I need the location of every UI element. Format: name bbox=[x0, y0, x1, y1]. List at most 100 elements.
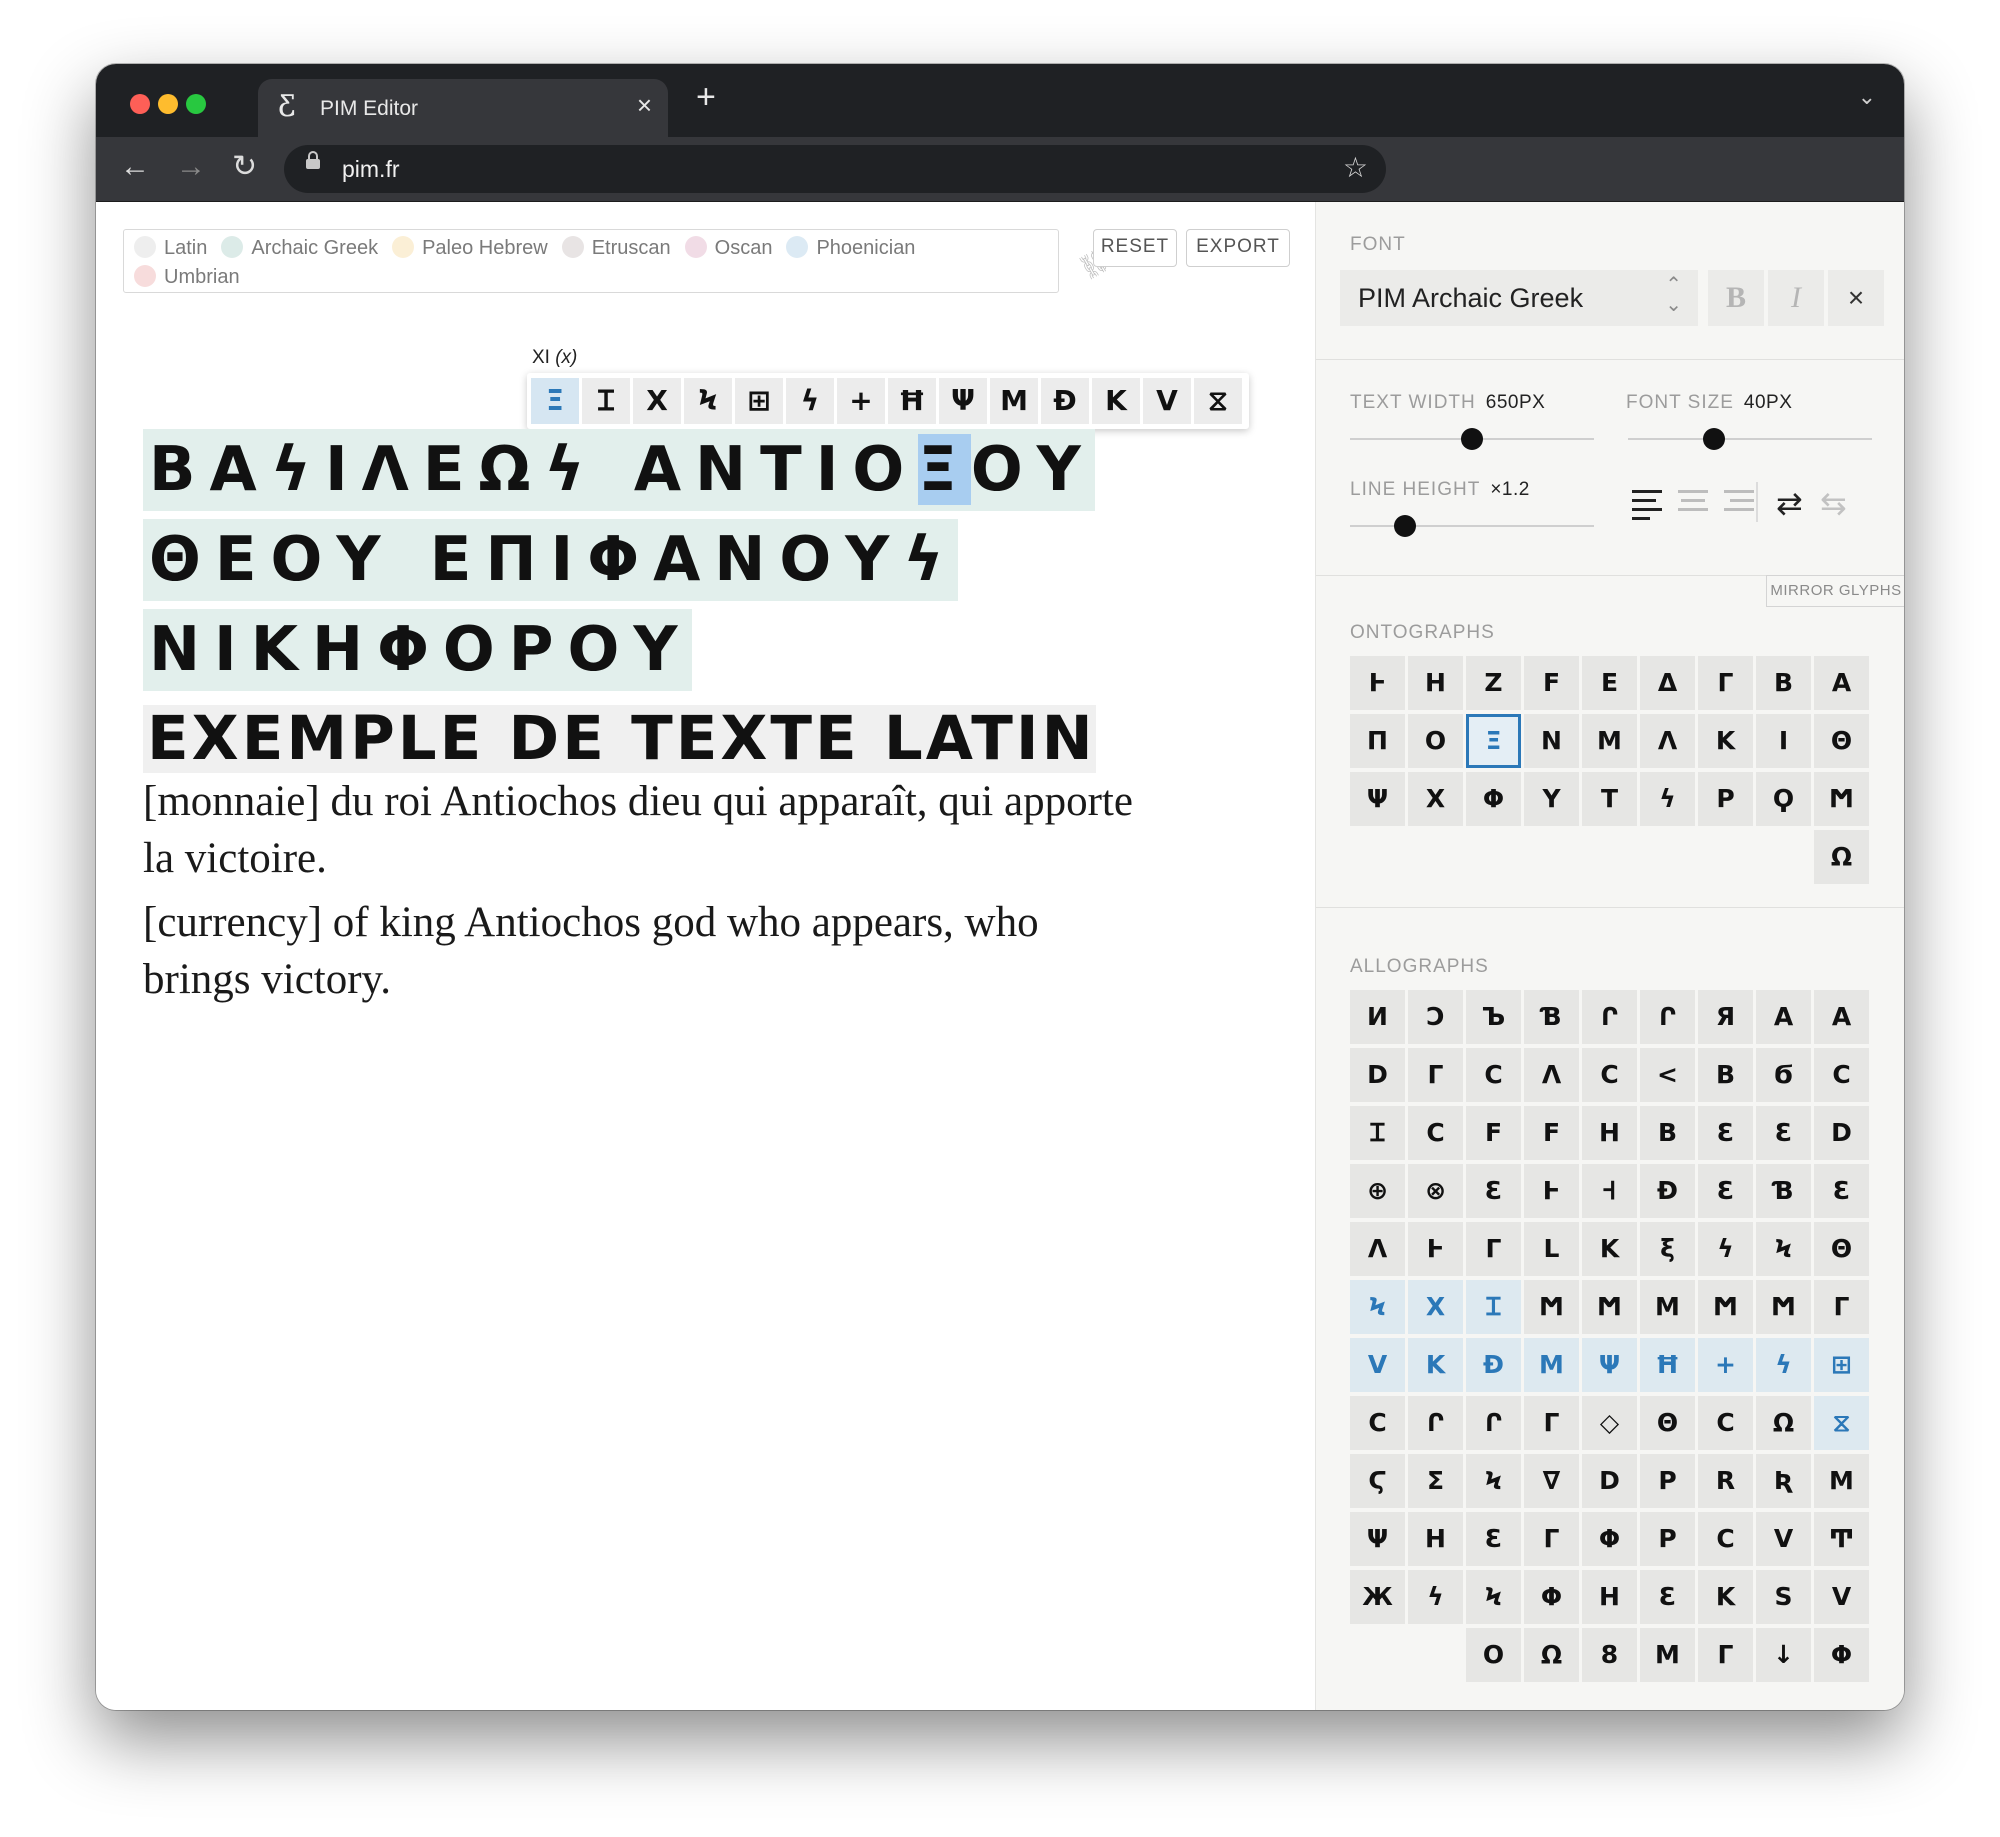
allograph-cell[interactable]: R bbox=[1698, 1454, 1753, 1508]
allograph-cell[interactable]: Γ bbox=[1814, 1280, 1869, 1334]
allograph-cell[interactable]: Γ bbox=[1466, 1222, 1521, 1276]
allograph-cell[interactable]: Ր bbox=[1466, 1396, 1521, 1450]
allograph-cell[interactable]: Θ bbox=[1814, 1222, 1869, 1276]
glyph-variant-option[interactable]: Ψ bbox=[939, 378, 987, 424]
allograph-cell[interactable]: Α bbox=[1814, 990, 1869, 1044]
allograph-cell[interactable]: Ο bbox=[1466, 1628, 1521, 1682]
ontograph-cell[interactable]: Χ bbox=[1408, 772, 1463, 826]
legend-item[interactable]: Archaic Greek bbox=[221, 234, 378, 263]
allograph-cell[interactable]: Α bbox=[1756, 990, 1811, 1044]
allograph-cell[interactable]: Χ bbox=[1408, 1280, 1463, 1334]
ontograph-cell[interactable]: ϟ bbox=[1640, 772, 1695, 826]
allograph-cell[interactable]: S bbox=[1756, 1570, 1811, 1624]
allograph-cell[interactable]: Μ bbox=[1640, 1280, 1695, 1334]
allograph-cell[interactable]: Μ bbox=[1524, 1338, 1579, 1392]
ontograph-cell[interactable]: Η bbox=[1408, 656, 1463, 710]
legend-item[interactable]: Phoenician bbox=[786, 234, 915, 263]
allograph-cell[interactable]: Ψ bbox=[1582, 1338, 1637, 1392]
ontograph-cell[interactable]: Ν bbox=[1524, 714, 1579, 768]
allograph-cell[interactable]: Ϟ bbox=[1466, 1454, 1521, 1508]
allograph-cell[interactable]: Η bbox=[1582, 1106, 1637, 1160]
allograph-cell[interactable]: D bbox=[1582, 1454, 1637, 1508]
allograph-cell[interactable]: Ϟ bbox=[1350, 1280, 1405, 1334]
allograph-cell[interactable]: Ϻ bbox=[1698, 1280, 1753, 1334]
allograph-cell[interactable]: Ր bbox=[1582, 990, 1637, 1044]
selected-glyph[interactable]: Ξ bbox=[918, 434, 971, 505]
bold-button[interactable]: B bbox=[1708, 270, 1764, 326]
ontograph-cell[interactable]: Κ bbox=[1698, 714, 1753, 768]
align-left-icon[interactable] bbox=[1632, 490, 1662, 526]
ontograph-cell[interactable]: Π bbox=[1350, 714, 1405, 768]
allograph-cell[interactable]: Ր bbox=[1408, 1396, 1463, 1450]
glyph-variant-option[interactable]: ϟ bbox=[786, 378, 834, 424]
ontograph-cell[interactable]: Ψ bbox=[1350, 772, 1405, 826]
legend-item[interactable]: Umbrian bbox=[134, 263, 240, 292]
allograph-cell[interactable]: Γ bbox=[1408, 1048, 1463, 1102]
allograph-cell[interactable]: ϟ bbox=[1756, 1338, 1811, 1392]
allograph-cell[interactable]: ϟ bbox=[1408, 1570, 1463, 1624]
allograph-cell[interactable]: C bbox=[1698, 1396, 1753, 1450]
glyph-variant-option[interactable]: V bbox=[1143, 378, 1191, 424]
allograph-cell[interactable]: Ħ bbox=[1640, 1338, 1695, 1392]
legend-item[interactable]: Latin bbox=[134, 234, 207, 263]
legend-item[interactable]: Paleo Hebrew bbox=[392, 234, 548, 263]
font-size-slider[interactable] bbox=[1628, 438, 1872, 440]
glyph-variant-option[interactable]: ⧖ bbox=[1194, 378, 1242, 424]
allograph-cell[interactable]: Ω bbox=[1756, 1396, 1811, 1450]
allograph-cell[interactable]: 8 bbox=[1582, 1628, 1637, 1682]
allograph-cell[interactable]: Ɛ bbox=[1698, 1106, 1753, 1160]
glyph-variant-option[interactable]: K bbox=[1092, 378, 1140, 424]
allograph-cell[interactable]: Ψ bbox=[1350, 1512, 1405, 1566]
allograph-cell[interactable]: Ð bbox=[1640, 1164, 1695, 1218]
allograph-cell[interactable]: Γ bbox=[1698, 1628, 1753, 1682]
ontograph-cell[interactable]: Τ bbox=[1582, 772, 1637, 826]
glyph-variant-option[interactable]: Ð bbox=[1041, 378, 1089, 424]
legend-item[interactable]: Oscan bbox=[684, 234, 772, 263]
allograph-cell[interactable]: Η bbox=[1582, 1570, 1637, 1624]
line-height-slider[interactable] bbox=[1350, 525, 1594, 527]
close-font-button[interactable]: × bbox=[1828, 270, 1884, 326]
allograph-cell[interactable]: Ρ bbox=[1640, 1454, 1695, 1508]
allograph-cell[interactable]: V bbox=[1756, 1512, 1811, 1566]
allograph-cell[interactable]: < bbox=[1640, 1048, 1695, 1102]
bookmark-star-icon[interactable]: ☆ bbox=[1343, 151, 1368, 184]
allograph-cell[interactable]: V bbox=[1350, 1338, 1405, 1392]
ontograph-cell[interactable]: Ρ bbox=[1698, 772, 1753, 826]
allograph-cell[interactable]: ⊗ bbox=[1408, 1164, 1463, 1218]
allograph-cell[interactable]: Ʀ bbox=[1756, 1454, 1811, 1508]
ontograph-cell[interactable]: Θ bbox=[1814, 714, 1869, 768]
allograph-cell[interactable]: Ϻ bbox=[1756, 1280, 1811, 1334]
font-size-slider-handle[interactable] bbox=[1703, 428, 1726, 450]
close-tab-icon[interactable]: × bbox=[637, 90, 652, 121]
allograph-cell[interactable]: Κ bbox=[1698, 1570, 1753, 1624]
glyph-variant-option[interactable]: Ħ bbox=[888, 378, 936, 424]
reload-icon[interactable]: ↻ bbox=[232, 149, 257, 185]
english-translation[interactable]: [currency] of king Antiochos god who app… bbox=[143, 894, 1143, 1008]
line-height-slider-handle[interactable] bbox=[1394, 515, 1417, 537]
allograph-cell[interactable]: Ϲ bbox=[1408, 1106, 1463, 1160]
allograph-cell[interactable]: Ɓ bbox=[1524, 990, 1579, 1044]
allograph-cell[interactable]: ↓ bbox=[1756, 1628, 1811, 1682]
allograph-cell[interactable]: Ϟ bbox=[1756, 1222, 1811, 1276]
address-bar[interactable]: pim.fr ☆ bbox=[284, 145, 1386, 193]
ontograph-cell[interactable]: Ϻ bbox=[1814, 772, 1869, 826]
allograph-cell[interactable]: Θ bbox=[1640, 1396, 1695, 1450]
allograph-cell[interactable]: D bbox=[1814, 1106, 1869, 1160]
allograph-cell[interactable]: Ϻ bbox=[1524, 1280, 1579, 1334]
ontograph-cell[interactable]: Ι bbox=[1756, 714, 1811, 768]
back-icon[interactable]: ← bbox=[120, 149, 150, 185]
allograph-cell[interactable]: Ͱ bbox=[1524, 1164, 1579, 1218]
allograph-cell[interactable]: F bbox=[1466, 1106, 1521, 1160]
glyph-variant-option[interactable]: Ɪ bbox=[582, 378, 630, 424]
ontograph-cell[interactable]: Ο bbox=[1408, 714, 1463, 768]
allograph-cell[interactable]: Ϛ bbox=[1350, 1454, 1405, 1508]
italic-button[interactable]: I bbox=[1768, 270, 1824, 326]
glyph-variant-option[interactable]: Ξ bbox=[531, 378, 579, 424]
allograph-cell[interactable]: ⧖ bbox=[1814, 1396, 1869, 1450]
ontograph-cell[interactable]: Ϙ bbox=[1756, 772, 1811, 826]
allograph-cell[interactable]: Ɛ bbox=[1466, 1512, 1521, 1566]
allograph-cell[interactable]: Γ bbox=[1524, 1512, 1579, 1566]
allograph-cell[interactable]: Ϟ bbox=[1466, 1570, 1521, 1624]
rtl-direction-icon[interactable]: ⇆ bbox=[1820, 484, 1847, 522]
minimize-window-button[interactable] bbox=[158, 94, 178, 114]
